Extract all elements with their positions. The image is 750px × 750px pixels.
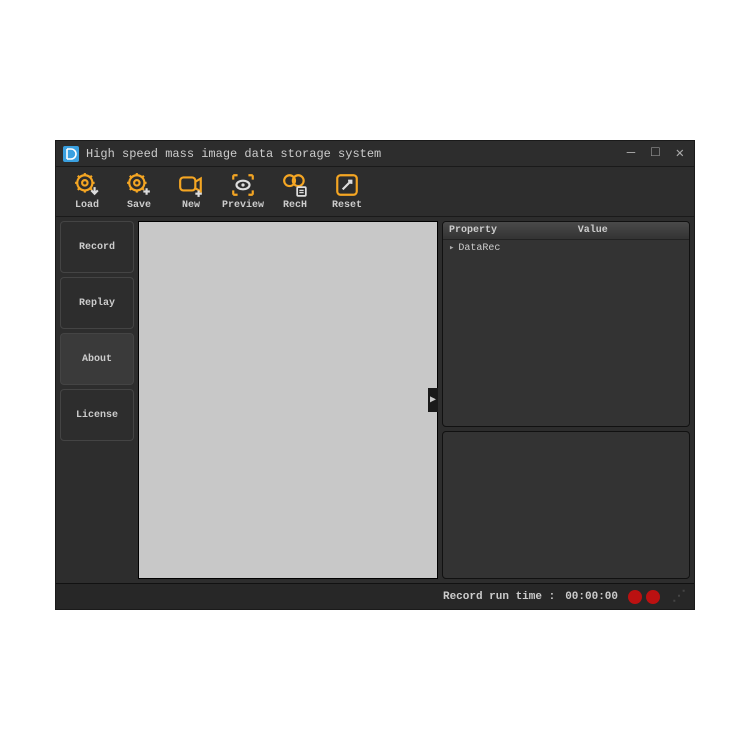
minimize-button[interactable]: — xyxy=(623,145,639,162)
close-button[interactable]: ✕ xyxy=(672,145,688,162)
rech-button[interactable]: RecH xyxy=(274,172,316,211)
app-window: High speed mass image data storage syste… xyxy=(55,140,695,610)
app-icon xyxy=(62,145,80,163)
record-dot-icon xyxy=(646,590,660,604)
titlebar: High speed mass image data storage syste… xyxy=(56,141,694,167)
save-button[interactable]: Save xyxy=(118,172,160,211)
properties-header: Property Value xyxy=(443,222,689,240)
record-dot-icon xyxy=(628,590,642,604)
window-controls: — □ ✕ xyxy=(623,145,688,162)
properties-panel: Property Value ▸ DataRec xyxy=(442,221,690,427)
camera-plus-icon xyxy=(178,172,204,198)
detail-panel xyxy=(442,431,690,579)
main-body: Record Replay About License ▶ Property V… xyxy=(56,217,694,583)
new-button[interactable]: New xyxy=(170,172,212,211)
load-button[interactable]: Load xyxy=(66,172,108,211)
property-name: DataRec xyxy=(458,243,587,254)
tab-license[interactable]: License xyxy=(60,389,134,441)
eye-focus-icon xyxy=(230,172,256,198)
preview-button[interactable]: Preview xyxy=(222,172,264,211)
maximize-button[interactable]: □ xyxy=(647,145,663,162)
record-indicators xyxy=(628,590,660,604)
toolbar: Load Save New Preview RecH xyxy=(56,167,694,217)
record-history-icon xyxy=(282,172,308,198)
sidebar: Record Replay About License xyxy=(60,221,134,579)
chevron-right-icon: ▶ xyxy=(430,394,436,406)
status-label: Record run time : xyxy=(443,591,555,603)
tab-record[interactable]: Record xyxy=(60,221,134,273)
window-title: High speed mass image data storage syste… xyxy=(86,147,623,161)
property-row[interactable]: ▸ DataRec xyxy=(443,240,689,257)
statusbar: Record run time : 00:00:00 ⋰ xyxy=(56,583,694,609)
tree-expand-icon[interactable]: ▸ xyxy=(449,243,454,254)
reset-icon xyxy=(334,172,360,198)
property-value xyxy=(587,243,683,254)
header-value: Value xyxy=(578,225,683,236)
gear-down-icon xyxy=(74,172,100,198)
reset-button[interactable]: Reset xyxy=(326,172,368,211)
main-area: ▶ Property Value ▸ DataRec xyxy=(138,221,690,579)
resize-grip[interactable]: ⋰ xyxy=(672,593,686,601)
gear-plus-icon xyxy=(126,172,152,198)
expand-handle[interactable]: ▶ xyxy=(428,388,438,412)
right-panels: Property Value ▸ DataRec xyxy=(442,221,690,579)
preview-panel: ▶ xyxy=(138,221,438,579)
status-time: 00:00:00 xyxy=(565,591,618,603)
tab-replay[interactable]: Replay xyxy=(60,277,134,329)
tab-about[interactable]: About xyxy=(60,333,134,385)
header-property: Property xyxy=(449,225,578,236)
